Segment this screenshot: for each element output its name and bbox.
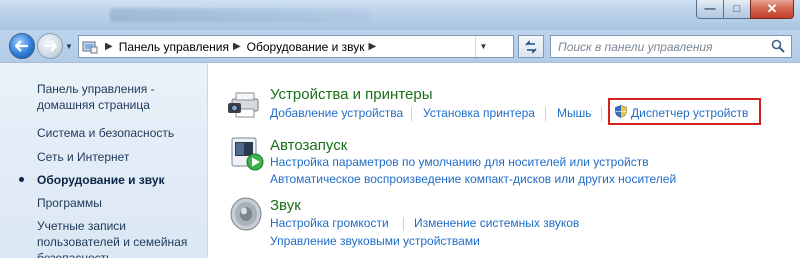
link-autoplay-cds[interactable]: Автоматическое воспроизведение компакт-д…	[270, 172, 676, 186]
link-install-printer[interactable]: Установка принтера	[423, 106, 535, 120]
refresh-icon	[525, 39, 537, 54]
link-change-system-sounds[interactable]: Изменение системных звуков	[414, 216, 579, 230]
sidebar-item-programs[interactable]: Программы	[37, 195, 202, 211]
breadcrumb-separator[interactable]: ▶	[101, 41, 119, 52]
breadcrumb-hardware-sound[interactable]: Оборудование и звук	[247, 40, 365, 54]
back-arrow-icon	[15, 40, 28, 52]
link-adjust-volume[interactable]: Настройка громкости	[270, 216, 389, 230]
recent-pages-dropdown[interactable]: ▼	[65, 42, 73, 51]
back-button[interactable]	[9, 33, 35, 59]
forward-arrow-icon	[44, 40, 57, 52]
link-mouse[interactable]: Мышь	[557, 106, 592, 120]
address-bar[interactable]: ▶ Панель управления ▶ Оборудование и зву…	[78, 35, 514, 58]
uac-shield-icon	[615, 105, 627, 118]
breadcrumb-separator[interactable]: ▶	[365, 41, 383, 52]
blurred-background-text	[110, 8, 370, 22]
search-input[interactable]: Поиск в панели управления	[550, 35, 792, 58]
sidebar-item-user-accounts[interactable]: Учетные записи пользователей и семейная …	[37, 218, 202, 258]
link-separator	[411, 107, 412, 121]
sidebar-item-network[interactable]: Сеть и Интернет	[37, 149, 202, 165]
printer-camera-icon[interactable]	[228, 85, 264, 121]
category-title-sound[interactable]: Звук	[270, 197, 301, 214]
refresh-button[interactable]	[518, 35, 544, 58]
breadcrumb-separator[interactable]: ▶	[229, 41, 247, 52]
maximize-button[interactable]: □	[723, 0, 750, 19]
minimize-button[interactable]: —	[696, 0, 723, 19]
sidebar: Панель управления - домашняя страница Си…	[0, 63, 208, 258]
active-bullet-icon	[19, 177, 24, 182]
main-content: Панель управления - домашняя страница Си…	[0, 62, 800, 258]
search-placeholder: Поиск в панели управления	[558, 39, 713, 54]
sidebar-item-home[interactable]: Панель управления - домашняя страница	[37, 81, 202, 113]
category-title-devices-printers[interactable]: Устройства и принтеры	[270, 86, 432, 103]
close-button[interactable]: ✕	[750, 0, 794, 19]
category-title-autoplay[interactable]: Автозапуск	[270, 137, 347, 154]
link-add-device[interactable]: Добавление устройства	[270, 106, 403, 120]
autoplay-icon[interactable]	[230, 136, 266, 172]
link-separator	[403, 217, 404, 231]
search-icon[interactable]	[771, 39, 785, 53]
address-dropdown-button[interactable]: ▼	[475, 36, 491, 57]
breadcrumb-control-panel[interactable]: Панель управления	[119, 40, 229, 54]
link-separator	[545, 107, 546, 121]
control-panel-icon	[79, 36, 101, 57]
sidebar-item-security[interactable]: Система и безопасность	[37, 125, 202, 141]
link-separator	[601, 107, 602, 121]
link-autoplay-defaults[interactable]: Настройка параметров по умолчанию для но…	[270, 155, 649, 169]
link-manage-audio-devices[interactable]: Управление звуковыми устройствами	[270, 234, 480, 248]
window-controls: — □ ✕	[696, 0, 794, 20]
sidebar-item-hardware-sound[interactable]: Оборудование и звук	[37, 172, 202, 188]
navigation-bar: ▼ ▶ Панель управления ▶ Оборудование и з…	[0, 30, 800, 62]
title-bar: — □ ✕	[0, 0, 800, 30]
forward-button[interactable]	[37, 33, 63, 59]
speaker-icon[interactable]	[228, 196, 264, 232]
link-device-manager[interactable]: Диспетчер устройств	[631, 106, 748, 120]
